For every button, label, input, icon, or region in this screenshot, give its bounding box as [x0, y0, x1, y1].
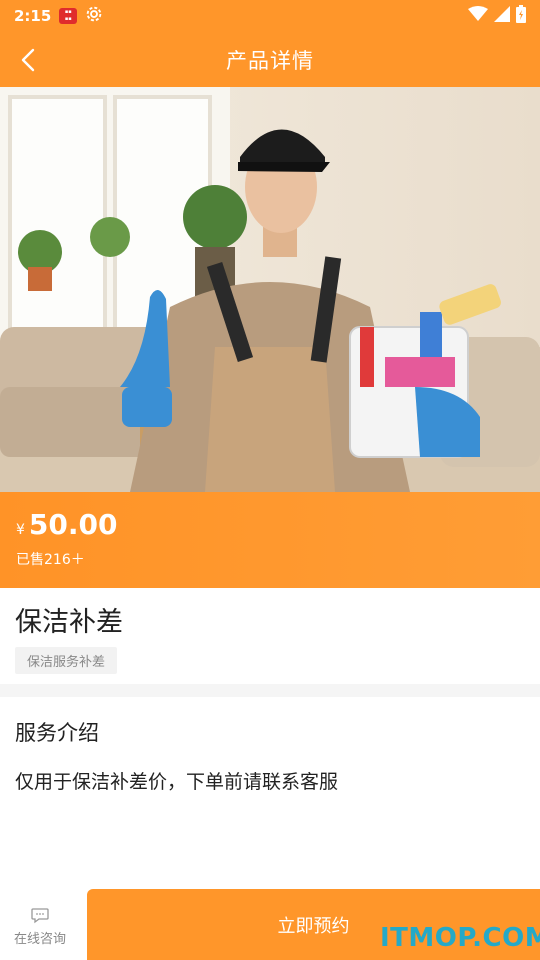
product-hero-image	[0, 87, 540, 492]
price-section: ¥ 50.00 已售216＋	[0, 492, 540, 588]
watermark-logo: ITMOP.COM	[380, 923, 540, 953]
chat-bubble-icon	[31, 907, 49, 923]
sold-count: 已售216＋	[16, 552, 85, 568]
section-divider	[0, 684, 540, 697]
chevron-left-icon	[21, 48, 35, 72]
product-title: 保洁补差	[15, 607, 123, 638]
page-title: 产品详情	[226, 48, 314, 73]
back-button[interactable]	[10, 40, 46, 80]
consult-label: 在线咨询	[13, 931, 66, 947]
wifi-icon	[468, 6, 488, 26]
status-bar: 2:15 ▪▪ ▪▪	[0, 0, 540, 32]
service-intro-section: 服务介绍 仅用于保洁补差价，下单前请联系客服	[0, 697, 540, 814]
top-navigation-bar: 产品详情	[0, 32, 540, 87]
service-description: 仅用于保洁补差价，下单前请联系客服	[15, 771, 339, 793]
settings-icon	[85, 5, 103, 27]
price-amount: 50.00	[28, 508, 118, 541]
product-tag: 保洁服务补差	[15, 647, 118, 674]
currency-symbol: ¥	[16, 522, 25, 538]
signal-icon	[494, 6, 510, 26]
app-notification-icon: ▪▪ ▪▪	[59, 8, 78, 24]
status-time: 2:15	[14, 7, 52, 25]
service-heading: 服务介绍	[15, 721, 99, 745]
book-now-label: 立即预约	[277, 915, 350, 937]
product-info: 保洁补差 保洁服务补差	[0, 588, 540, 684]
battery-icon	[516, 5, 526, 27]
online-consult-button[interactable]: 在线咨询	[0, 888, 80, 960]
